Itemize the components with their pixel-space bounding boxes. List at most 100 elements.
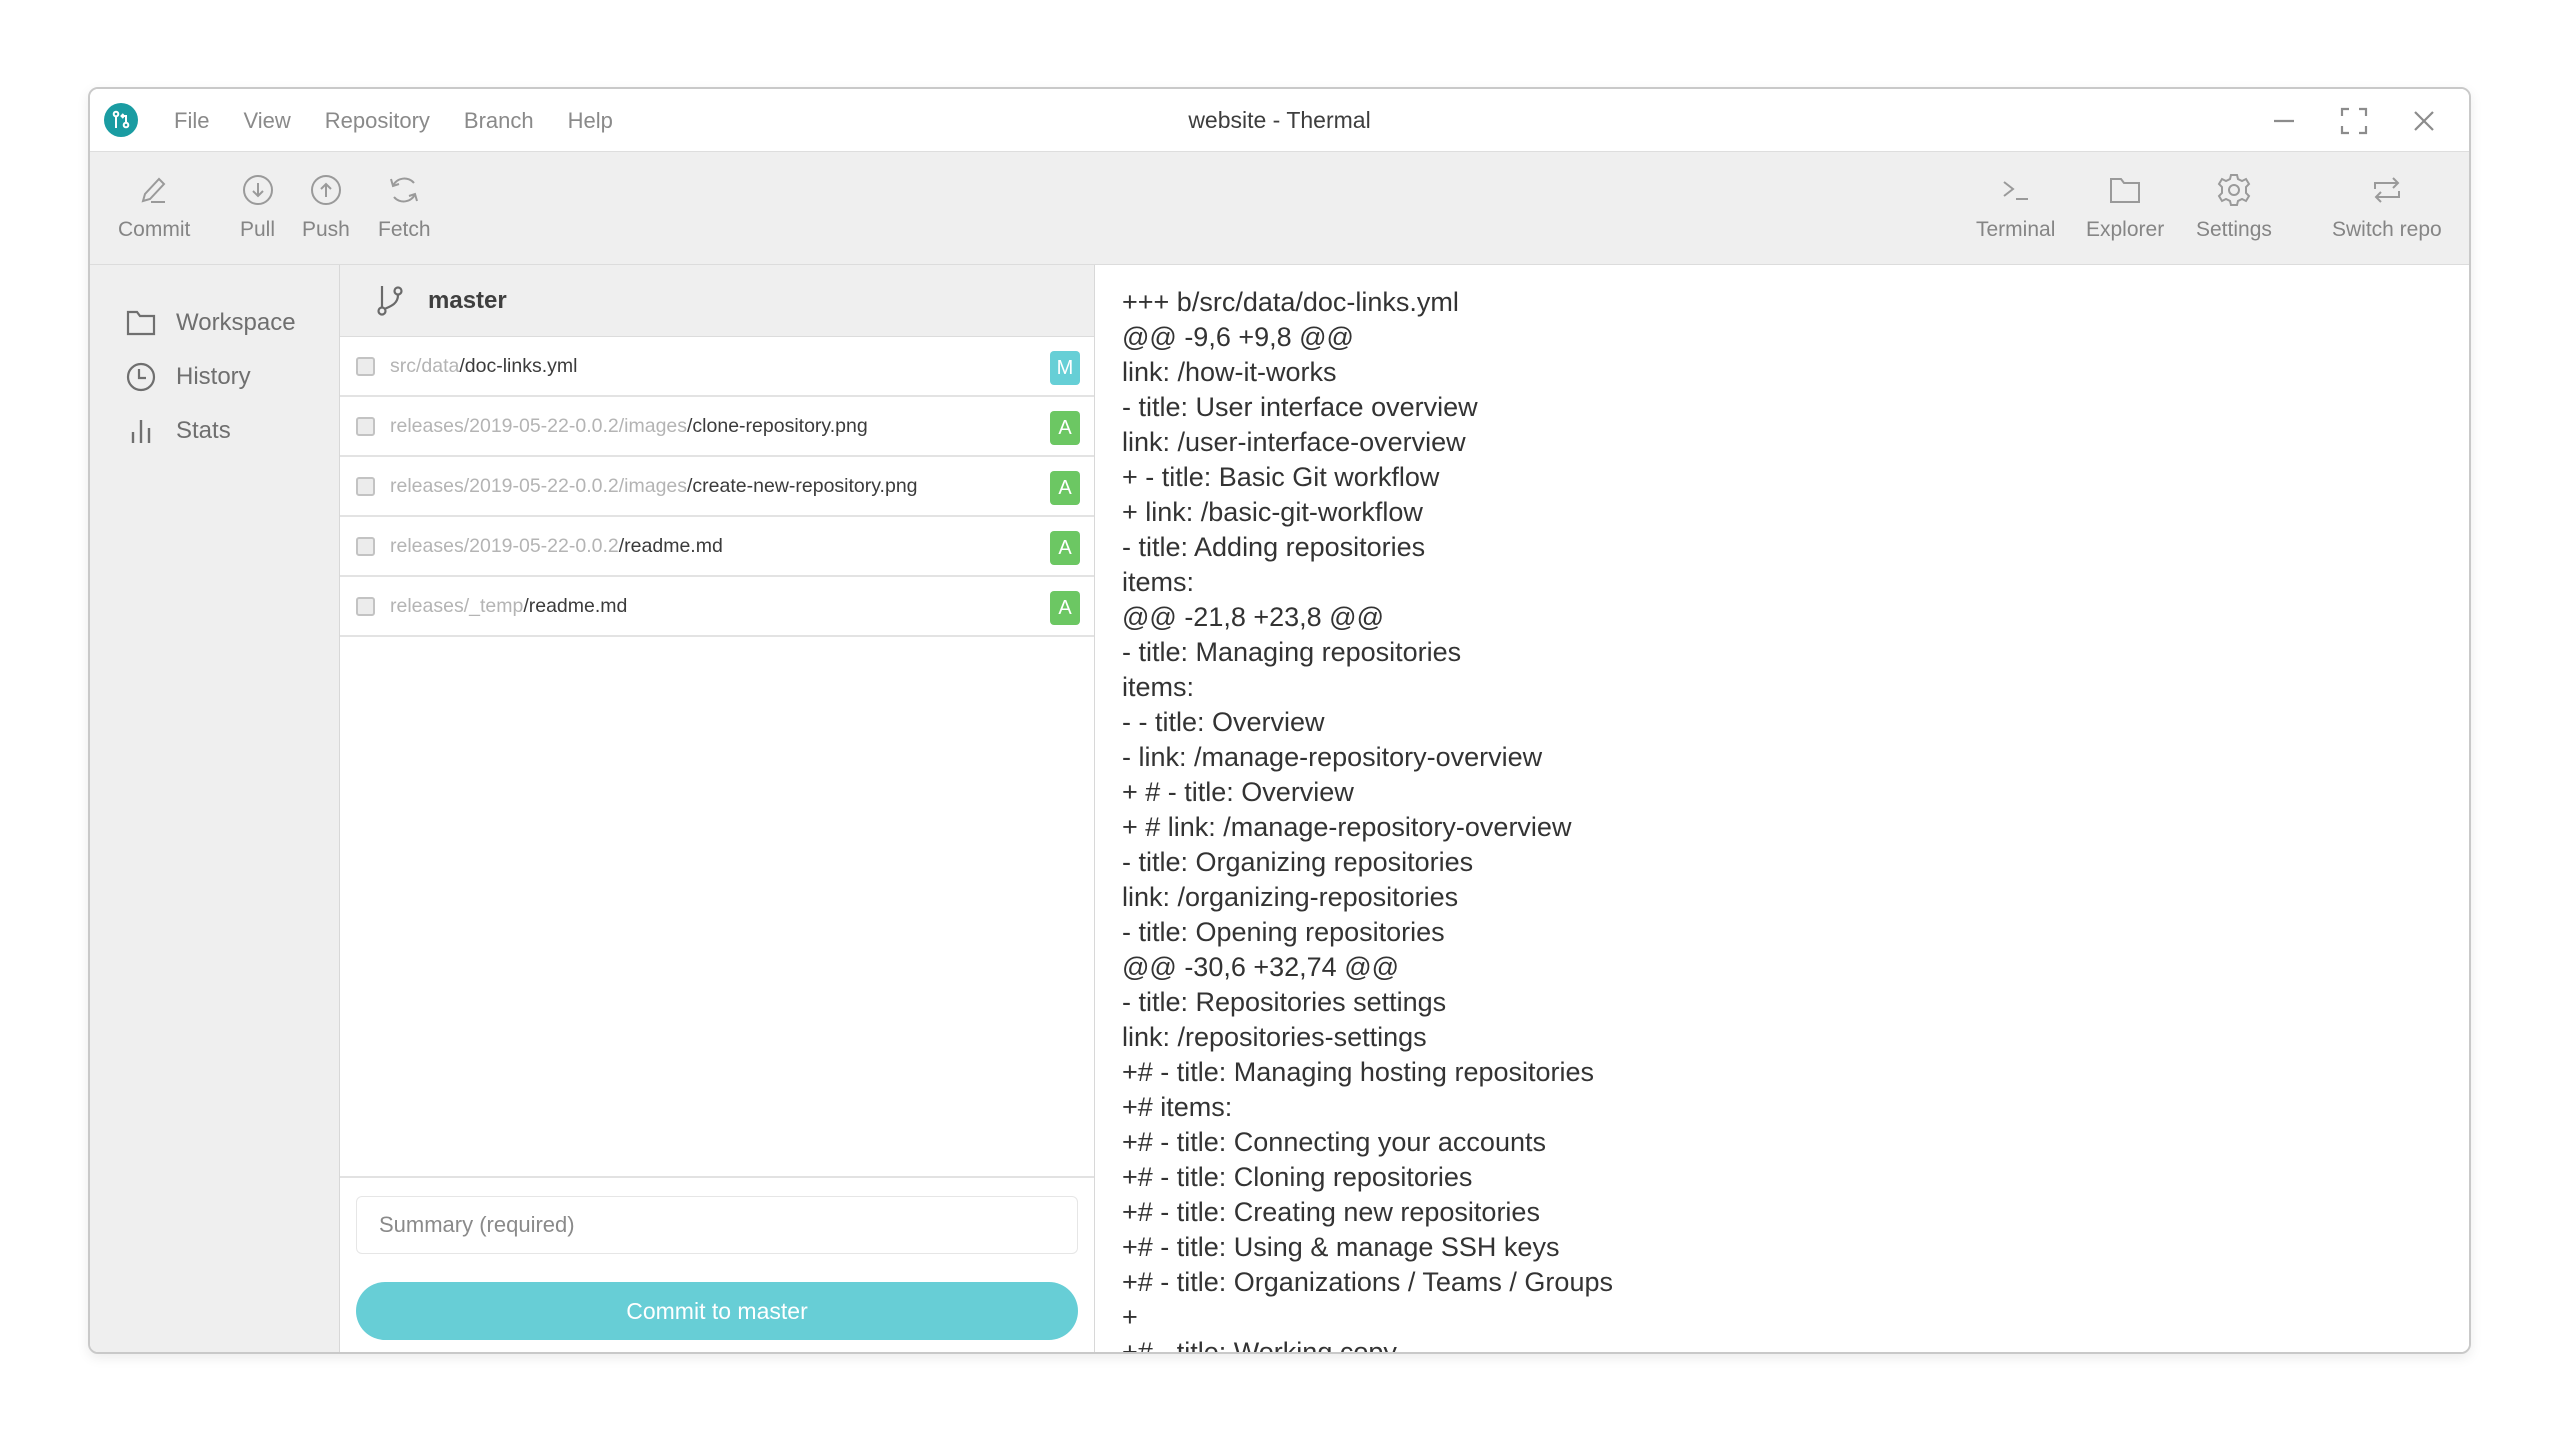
file-row[interactable]: releases/2019-05-22-0.0.2/readme.md A bbox=[340, 517, 1094, 577]
gear-icon bbox=[2216, 170, 2252, 210]
file-dir: releases/_temp bbox=[390, 594, 524, 617]
app-window: File View Repository Branch Help website… bbox=[88, 87, 2471, 1354]
minimize-button[interactable] bbox=[2249, 96, 2319, 146]
app-logo-icon bbox=[104, 103, 138, 137]
status-badge-modified: M bbox=[1050, 351, 1080, 385]
file-row[interactable]: src/data/doc-links.yml M bbox=[340, 337, 1094, 397]
file-dir: releases/2019-05-22-0.0.2/images bbox=[390, 414, 688, 437]
file-name: /readme.md bbox=[523, 594, 628, 617]
diff-viewer[interactable]: +++ b/src/data/doc-links.yml @@ -9,6 +9,8… bbox=[1095, 265, 2469, 1352]
diff-line: + # - title: Overview bbox=[1122, 777, 1354, 807]
diff-line: +# - title: Organizations / Teams / Grou… bbox=[1122, 1267, 1613, 1297]
file-row[interactable]: releases/2019-05-22-0.0.2/images/clone-r… bbox=[340, 397, 1094, 457]
file-checkbox[interactable] bbox=[356, 537, 375, 556]
title-bar: File View Repository Branch Help website… bbox=[90, 89, 2469, 152]
diff-line: link: /user-interface-overview bbox=[1122, 427, 1466, 457]
arrow-up-circle-icon bbox=[309, 170, 343, 210]
folder-icon bbox=[124, 306, 158, 340]
diff-line: +++ b/src/data/doc-links.yml bbox=[1122, 287, 1459, 317]
diff-line: @@ -9,6 +9,8 @@ bbox=[1122, 322, 1354, 352]
diff-line: +# - title: Working copy bbox=[1122, 1337, 1397, 1352]
status-badge-added: A bbox=[1050, 471, 1080, 505]
settings-button[interactable]: Settings bbox=[2196, 170, 2272, 242]
branch-header[interactable]: master bbox=[340, 265, 1094, 337]
file-name: /clone-repository.png bbox=[687, 414, 868, 437]
file-checkbox[interactable] bbox=[356, 597, 375, 616]
file-checkbox[interactable] bbox=[356, 417, 375, 436]
menu-help[interactable]: Help bbox=[568, 108, 613, 134]
diff-content: +++ b/src/data/doc-links.yml @@ -9,6 +9,8… bbox=[1122, 285, 2469, 1352]
file-checkbox[interactable] bbox=[356, 357, 375, 376]
file-path: releases/2019-05-22-0.0.2/readme.md bbox=[390, 535, 723, 558]
file-dir: releases/2019-05-22-0.0.2/images bbox=[390, 474, 688, 497]
diff-line: + # link: /manage-repository-overview bbox=[1122, 812, 1572, 842]
switch-repo-button[interactable]: Switch repo bbox=[2332, 170, 2442, 242]
menu-branch[interactable]: Branch bbox=[464, 108, 534, 134]
clock-icon bbox=[124, 360, 158, 394]
file-checkbox[interactable] bbox=[356, 477, 375, 496]
explorer-button[interactable]: Explorer bbox=[2086, 170, 2164, 242]
pull-label: Pull bbox=[240, 218, 276, 241]
commit-area: Commit to master bbox=[340, 1176, 1094, 1352]
switch-repo-label: Switch repo bbox=[2332, 218, 2442, 241]
maximize-button[interactable] bbox=[2319, 96, 2389, 146]
push-label: Push bbox=[302, 218, 350, 241]
sidebar-item-label: Workspace bbox=[176, 309, 296, 336]
status-badge-added: A bbox=[1050, 531, 1080, 565]
file-row[interactable]: releases/_temp/readme.md A bbox=[340, 577, 1094, 637]
window-controls bbox=[2249, 89, 2459, 152]
file-name: /doc-links.yml bbox=[459, 354, 578, 377]
sidebar-item-workspace[interactable]: Workspace bbox=[124, 303, 296, 343]
sidebar-item-history[interactable]: History bbox=[124, 357, 251, 397]
diff-line: items: bbox=[1122, 672, 1195, 702]
diff-line: + - title: Basic Git workflow bbox=[1122, 462, 1440, 492]
diff-line: link: /organizing-repositories bbox=[1122, 882, 1459, 912]
commit-to-master-button[interactable]: Commit to master bbox=[356, 1282, 1078, 1340]
commit-toolbar-label: Commit bbox=[118, 218, 191, 241]
diff-line: - title: Adding repositories bbox=[1122, 532, 1426, 562]
diff-line: - - title: Overview bbox=[1122, 707, 1325, 737]
file-path: releases/2019-05-22-0.0.2/images/create-… bbox=[390, 475, 918, 498]
file-list: src/data/doc-links.yml M releases/2019-0… bbox=[340, 337, 1094, 637]
summary-input[interactable] bbox=[356, 1196, 1078, 1254]
terminal-label: Terminal bbox=[1976, 218, 2056, 241]
diff-line: +# items: bbox=[1122, 1092, 1233, 1122]
diff-line: + bbox=[1122, 1302, 1138, 1332]
folder-icon bbox=[2107, 170, 2143, 210]
toolbar: Commit Pull Push Fetch Terminal Explorer… bbox=[90, 152, 2469, 265]
diff-line: +# - title: Using & manage SSH keys bbox=[1122, 1232, 1560, 1262]
diff-line: +# - title: Cloning repositories bbox=[1122, 1162, 1473, 1192]
diff-line: + link: /basic-git-workflow bbox=[1122, 497, 1423, 527]
refresh-icon bbox=[386, 170, 422, 210]
menu-repository[interactable]: Repository bbox=[325, 108, 430, 134]
push-button[interactable]: Push bbox=[302, 170, 350, 242]
file-name: /create-new-repository.png bbox=[687, 474, 918, 497]
pull-button[interactable]: Pull bbox=[240, 170, 275, 242]
diff-line: link: /repositories-settings bbox=[1122, 1022, 1427, 1052]
sidebar-item-stats[interactable]: Stats bbox=[124, 411, 231, 451]
diff-line: +# - title: Creating new repositories bbox=[1122, 1197, 1540, 1227]
diff-line: +# - title: Managing hosting repositorie… bbox=[1122, 1057, 1595, 1087]
diff-line: link: /how-it-works bbox=[1122, 357, 1337, 387]
fetch-button[interactable]: Fetch bbox=[378, 170, 431, 242]
arrow-down-circle-icon bbox=[241, 170, 275, 210]
menu-file[interactable]: File bbox=[174, 108, 209, 134]
sidebar-item-label: Stats bbox=[176, 417, 231, 444]
status-badge-added: A bbox=[1050, 411, 1080, 445]
diff-line: - title: User interface overview bbox=[1122, 392, 1478, 422]
terminal-button[interactable]: Terminal bbox=[1976, 170, 2055, 242]
sidebar-item-label: History bbox=[176, 363, 251, 390]
diff-line: - title: Repositories settings bbox=[1122, 987, 1447, 1017]
branch-name: master bbox=[428, 287, 507, 314]
commit-toolbar-button[interactable]: Commit bbox=[118, 170, 190, 242]
diff-line: items: bbox=[1122, 567, 1195, 597]
file-dir: releases/2019-05-22-0.0.2 bbox=[390, 534, 619, 557]
diff-line: - title: Organizing repositories bbox=[1122, 847, 1474, 877]
window-title: website - Thermal bbox=[1188, 107, 1371, 133]
diff-line: @@ -30,6 +32,74 @@ bbox=[1122, 952, 1400, 982]
menu-view[interactable]: View bbox=[243, 108, 290, 134]
sidebar: Workspace History Stats bbox=[90, 265, 340, 1352]
terminal-icon bbox=[1999, 170, 2033, 210]
file-row[interactable]: releases/2019-05-22-0.0.2/images/create-… bbox=[340, 457, 1094, 517]
close-button[interactable] bbox=[2389, 96, 2459, 146]
